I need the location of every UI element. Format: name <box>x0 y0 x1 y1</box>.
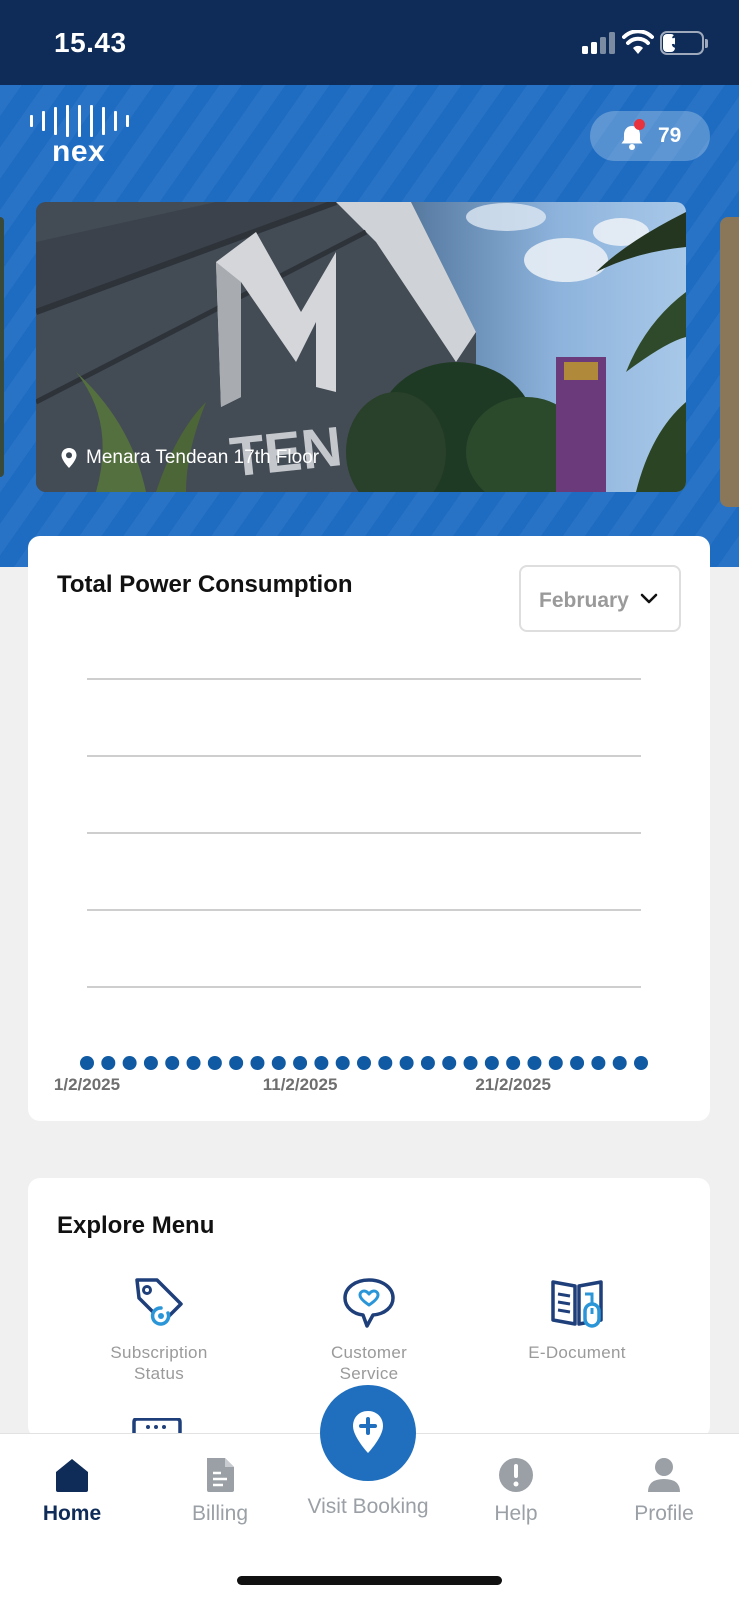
nav-visit-booking-label: Visit Booking <box>307 1495 429 1518</box>
chart-data-point[interactable] <box>591 1056 606 1070</box>
chart-data-point[interactable] <box>463 1056 478 1070</box>
status-bar: 15.43 31 <box>0 0 739 85</box>
book-document-icon <box>551 1280 603 1328</box>
home-indicator <box>237 1576 502 1585</box>
notification-count: 79 <box>658 124 682 147</box>
chart-data-point[interactable] <box>357 1056 371 1070</box>
billing-icon <box>207 1458 234 1492</box>
nex-logo: nex <box>28 105 138 171</box>
chart-data-point[interactable] <box>207 1056 222 1070</box>
status-time: 15.43 <box>54 27 127 58</box>
chart-data-point[interactable] <box>548 1056 563 1070</box>
chart-data-point[interactable] <box>143 1056 158 1070</box>
building-banner[interactable]: TEN Menara Tendean 17th Floor <box>36 202 686 492</box>
battery-nub <box>705 39 708 48</box>
chart-data-point[interactable] <box>80 1056 94 1070</box>
price-tag-icon <box>135 1278 183 1326</box>
battery-level: 31 <box>671 32 693 53</box>
carousel-next-slide[interactable] <box>720 217 739 507</box>
chart-data-point[interactable] <box>378 1056 393 1070</box>
menu-label-subscription-line1: Subscription <box>110 1343 208 1362</box>
chart-data-point[interactable] <box>314 1056 329 1070</box>
menu-item-subscription-status[interactable]: Subscription Status <box>74 1274 244 1384</box>
nav-billing-label: Billing <box>191 1502 249 1525</box>
chart-data-point[interactable] <box>335 1056 350 1070</box>
chart-data-point[interactable] <box>442 1056 457 1070</box>
battery-icon: 31 <box>660 31 704 55</box>
chart-data-point[interactable] <box>527 1056 542 1070</box>
notification-dot <box>634 119 645 130</box>
chart-data-point[interactable] <box>506 1056 521 1070</box>
chart-data-point[interactable] <box>122 1056 137 1070</box>
chart-data-point[interactable] <box>293 1056 308 1070</box>
nav-profile-label: Profile <box>634 1502 694 1525</box>
chart-data-point[interactable] <box>420 1056 435 1070</box>
chart-data-point[interactable] <box>271 1056 286 1070</box>
nav-help-label: Help <box>494 1502 538 1525</box>
menu-label-subscription-line2: Status <box>134 1364 184 1383</box>
menu-item-e-document[interactable]: E-Document <box>492 1274 662 1363</box>
wifi-icon <box>622 30 654 54</box>
nav-profile[interactable]: Profile <box>594 1456 734 1526</box>
menu-label-e-document: E-Document <box>528 1343 626 1362</box>
help-icon <box>499 1458 533 1492</box>
power-line-chart: 1/2/2025 11/2/2025 21/2/2025 <box>54 678 648 1094</box>
visit-booking-button[interactable] <box>320 1385 416 1481</box>
menu-label-customer-line1: Customer <box>330 1343 408 1362</box>
chart-data-point[interactable] <box>229 1056 244 1070</box>
profile-icon <box>648 1458 680 1492</box>
location-label: Menara Tendean 17th Floor <box>60 447 319 469</box>
chart-data-point[interactable] <box>484 1056 499 1070</box>
chart-data-point[interactable] <box>612 1056 627 1070</box>
chart-x-tick-label: 1/2/2025 <box>54 1075 120 1094</box>
logo-text: nex <box>52 135 106 168</box>
chart-data-point[interactable] <box>186 1056 201 1070</box>
notification-button[interactable]: 79 <box>590 111 710 161</box>
cellular-signal-icon <box>582 32 616 54</box>
chart-data-point[interactable] <box>634 1056 648 1070</box>
explore-menu-title: Explore Menu <box>57 1212 215 1239</box>
location-pin-icon <box>61 448 77 468</box>
chart-data-point[interactable] <box>250 1056 265 1070</box>
nav-billing[interactable]: Billing <box>150 1456 290 1526</box>
chart-x-tick-label: 11/2/2025 <box>263 1075 338 1094</box>
chart-x-tick-label: 21/2/2025 <box>475 1075 551 1094</box>
chart-data-point[interactable] <box>570 1056 585 1070</box>
location-plus-icon <box>353 1411 383 1453</box>
chat-heart-icon <box>343 1278 395 1328</box>
menu-item-customer-service[interactable]: Customer Service <box>284 1274 454 1384</box>
nav-home[interactable]: Home <box>2 1456 142 1526</box>
carousel-prev-slide[interactable] <box>0 217 4 477</box>
menu-label-customer-line2: Service <box>339 1364 399 1383</box>
logo-bars-icon <box>28 105 138 137</box>
power-consumption-card: Total Power Consumption February 1/2/202… <box>28 536 710 1121</box>
nav-home-label: Home <box>42 1502 102 1525</box>
chart-data-point[interactable] <box>399 1056 414 1070</box>
chart-data-point[interactable] <box>101 1056 116 1070</box>
home-icon <box>56 1459 88 1492</box>
location-text: Menara Tendean 17th Floor <box>86 447 320 468</box>
nav-help[interactable]: Help <box>446 1456 586 1526</box>
chart-data-point[interactable] <box>165 1056 180 1070</box>
